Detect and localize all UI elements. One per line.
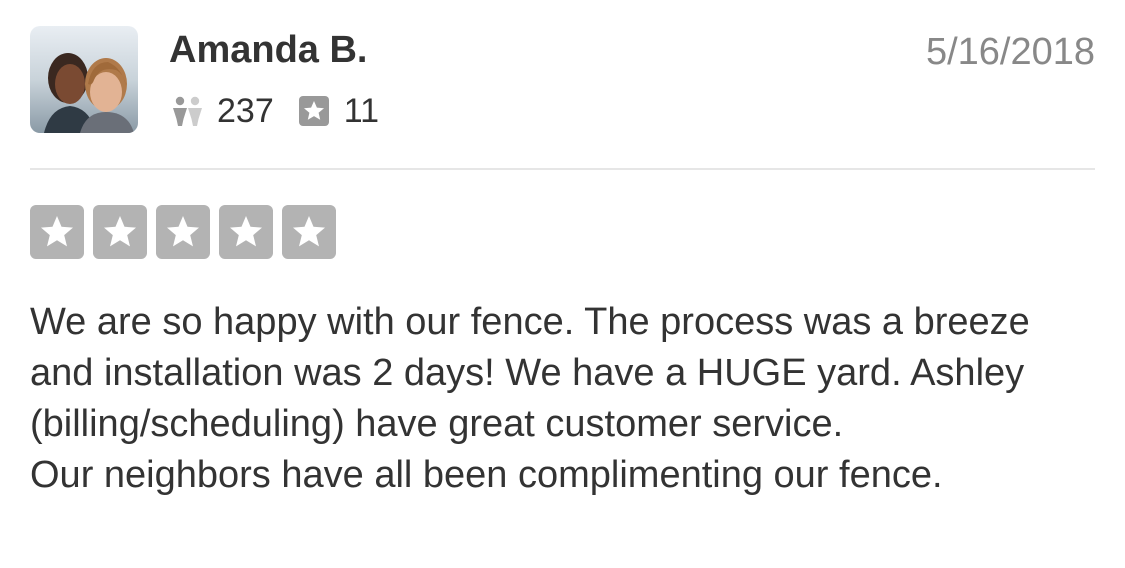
rating-star bbox=[93, 205, 147, 259]
rating-star bbox=[282, 205, 336, 259]
star-icon bbox=[293, 216, 325, 247]
star-icon bbox=[230, 216, 262, 247]
user-avatar[interactable] bbox=[30, 26, 138, 133]
user-stats: 237 11 bbox=[169, 90, 401, 132]
header-divider bbox=[30, 168, 1095, 170]
friends-icon bbox=[169, 93, 205, 129]
star-icon bbox=[104, 216, 136, 247]
review-star-icon bbox=[296, 93, 332, 129]
rating-star bbox=[219, 205, 273, 259]
friend-count: 237 bbox=[217, 92, 274, 130]
review-count: 11 bbox=[343, 92, 380, 130]
review-paragraph: Our neighbors have all been complimentin… bbox=[30, 454, 943, 496]
review-date: 5/16/2018 bbox=[925, 31, 1095, 73]
rating-star bbox=[156, 205, 210, 259]
star-icon bbox=[167, 216, 199, 247]
review-paragraph: We are so happy with our fence. The proc… bbox=[30, 301, 1030, 445]
rating-star bbox=[30, 205, 84, 259]
star-rating bbox=[30, 205, 345, 259]
review-card: Amanda B. 5/16/2018 237 11 We are so hap… bbox=[0, 0, 1125, 568]
user-name[interactable]: Amanda B. bbox=[169, 28, 367, 72]
star-icon bbox=[41, 216, 73, 247]
review-text: We are so happy with our fence. The proc… bbox=[30, 297, 1100, 501]
